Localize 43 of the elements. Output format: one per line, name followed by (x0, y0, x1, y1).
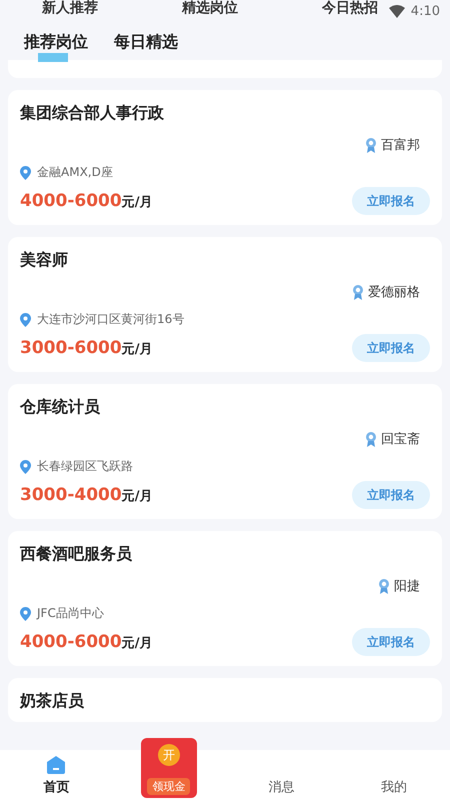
nav-label[interactable]: 我的 (380, 778, 407, 796)
job-title: 奶茶店员 (20, 690, 85, 712)
job-location: 长春绿园区飞跃路 (37, 458, 133, 475)
top-tab[interactable]: 精选岗位 (182, 0, 238, 16)
salary-text: 4000-6000元/月 (20, 191, 152, 211)
medal-icon (365, 138, 377, 152)
job-card[interactable]: 奶茶店员 (8, 678, 442, 722)
medal-icon (378, 578, 390, 594)
job-card[interactable]: 西餐酒吧服务员 阳捷 JFC品尚中心 4000-6000元/月 立即报名 (8, 531, 442, 666)
job-location: 金融AMX,D座 (37, 164, 113, 181)
salary-text: 3000-4000元/月 (20, 485, 152, 505)
promo-label: 领现金 (147, 778, 190, 795)
company-name: 回宝斋 (381, 431, 420, 448)
job-title: 集团综合部人事行政 (20, 102, 165, 124)
status-time: 4:10 (410, 4, 440, 19)
medal-icon (365, 432, 377, 446)
job-card[interactable]: 美容师 爱德丽格 大连市沙河口区黄河街16号 3000-6000元/月 立即报名 (8, 237, 442, 372)
top-tab[interactable]: 新人推荐 (42, 0, 98, 16)
salary-text: 3000-6000元/月 (20, 338, 152, 358)
company-name: 阳捷 (394, 578, 420, 595)
job-card[interactable]: 仓库统计员 回宝斋 长春绿园区飞跃路 3000-4000元/月 立即报名 (8, 384, 442, 519)
nav-label[interactable]: 消息 (268, 778, 294, 796)
wifi-icon (388, 4, 405, 18)
top-tab[interactable]: 今日热招 (322, 0, 378, 16)
job-card[interactable]: 集团综合部人事行政 百富邦 金融AMX,D座 4000-6000元/月 立即报名 (8, 90, 442, 225)
job-title: 西餐酒吧服务员 (20, 543, 133, 565)
company-name: 爱德丽格 (368, 284, 420, 301)
location-pin-icon (20, 606, 31, 620)
job-title: 美容师 (20, 249, 69, 271)
salary-text: 4000-6000元/月 (20, 632, 152, 652)
nav-label[interactable]: 首页 (43, 778, 70, 796)
section-tab[interactable]: 每日精选 (114, 32, 178, 62)
section-tab[interactable]: 推荐岗位 (24, 32, 88, 62)
open-badge: 开 (158, 744, 180, 766)
job-title: 仓库统计员 (20, 396, 101, 418)
location-pin-icon (20, 312, 31, 326)
company-name: 百富邦 (381, 137, 420, 154)
job-location: 大连市沙河口区黄河街16号 (37, 311, 184, 328)
home-icon[interactable] (47, 756, 66, 774)
location-pin-icon (20, 460, 31, 474)
medal-icon (352, 284, 364, 300)
location-pin-icon (20, 166, 31, 180)
job-location: JFC品尚中心 (37, 605, 104, 622)
